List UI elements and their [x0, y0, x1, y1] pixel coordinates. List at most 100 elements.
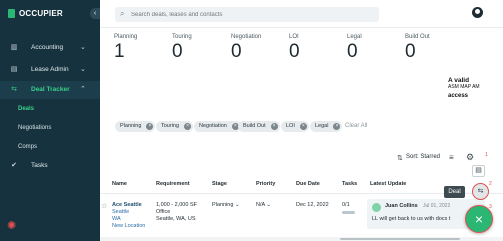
- sidebar-item-label: Lease Admin: [31, 66, 69, 73]
- deal-tooltip: Deal: [444, 186, 465, 198]
- tasks-count[interactable]: 0/1: [342, 202, 350, 209]
- stat-build-out[interactable]: Build Out 0: [405, 34, 430, 62]
- document-icon: ▤: [10, 66, 18, 73]
- overlay-line: access: [448, 93, 469, 99]
- chip-label: Touring: [161, 123, 180, 129]
- priority-value: N/A: [256, 202, 265, 208]
- clear-all-link[interactable]: Clear All: [345, 123, 367, 129]
- sidebar-item-label: Tasks: [31, 162, 48, 169]
- check-circle-icon: ✔: [11, 162, 17, 169]
- column-header-tasks[interactable]: Tasks: [342, 181, 357, 187]
- filter-chip-planning[interactable]: Planning ×: [115, 121, 156, 132]
- handshake-icon: ⇆: [11, 86, 17, 93]
- horizontal-scrollbar[interactable]: [100, 237, 503, 241]
- add-deal-button[interactable]: ⇆: [472, 183, 489, 200]
- stat-label: Legal: [347, 34, 362, 40]
- stat-negotiation[interactable]: Negotiation 0: [231, 34, 261, 62]
- column-header-latest-update[interactable]: Latest Update: [370, 181, 406, 187]
- column-header-requirement[interactable]: Requirement: [156, 181, 190, 187]
- stat-label: Negotiation: [231, 34, 262, 40]
- overlay-text-block: A valid ASM MAP AM access: [448, 77, 480, 106]
- column-header-name[interactable]: Name: [112, 181, 127, 187]
- top-bar: ⌕: [100, 0, 503, 28]
- chip-label: Legal: [315, 123, 329, 129]
- close-icon[interactable]: ×: [146, 123, 154, 130]
- filter-chip-negotiation[interactable]: Negotiation ×: [194, 121, 241, 132]
- stat-legal[interactable]: Legal 0: [347, 34, 362, 62]
- chevron-down-icon: ⌄: [234, 202, 240, 208]
- sort-icon[interactable]: ⇅: [397, 154, 403, 162]
- close-icon[interactable]: ×: [184, 123, 192, 130]
- column-header-priority[interactable]: Priority: [256, 181, 275, 187]
- stat-label: Touring: [172, 34, 192, 40]
- stat-value: 0: [172, 41, 183, 62]
- scrollbar-thumb[interactable]: [340, 238, 460, 240]
- sidebar-item-tasks[interactable]: ✔ Tasks: [0, 157, 100, 175]
- bank-icon: ▥: [10, 44, 18, 51]
- sort-label[interactable]: Sort: Starred: [406, 154, 440, 160]
- sidebar-item-lease-admin[interactable]: ▤ Lease Admin ⌄: [0, 61, 100, 79]
- logo-mark-icon: [8, 9, 15, 18]
- filter-chip-touring[interactable]: Touring ×: [156, 121, 194, 132]
- requirement-location: Seattle, WA, US: [156, 216, 196, 222]
- account-icon[interactable]: [472, 7, 483, 18]
- chip-label: Planning: [120, 123, 142, 129]
- deal-location: New Location: [112, 223, 146, 229]
- header-divider: [100, 193, 503, 194]
- column-header-due-date[interactable]: Due Date: [296, 181, 320, 187]
- chevron-down-icon: ⌄: [266, 202, 272, 208]
- tasks-progress-bar: [342, 211, 355, 214]
- sidebar-collapse-button[interactable]: ‹: [90, 8, 100, 19]
- filter-chip-build-out[interactable]: Build Out ×: [238, 121, 280, 132]
- search-box[interactable]: ⌕: [115, 7, 379, 22]
- document-icon[interactable]: ▤: [472, 165, 485, 177]
- stat-loi[interactable]: LOI 0: [289, 34, 300, 62]
- star-icon[interactable]: ☆: [101, 202, 107, 210]
- deal-name-link[interactable]: Ace Seattle: [112, 202, 145, 209]
- sidebar-item-deal-tracker[interactable]: ⇆ Deal Tracker ⌃: [0, 81, 100, 99]
- gear-icon[interactable]: ⚙: [466, 152, 474, 163]
- chip-label: LOI: [286, 123, 295, 129]
- stat-value: 0: [231, 41, 242, 62]
- bug-icon[interactable]: ✺: [7, 220, 19, 232]
- sidebar-item-accounting[interactable]: ▥ Accounting ⌄: [0, 39, 100, 57]
- stage-select[interactable]: Planning ⌄: [212, 202, 240, 209]
- update-date: Jul 01, 2022: [423, 203, 451, 209]
- search-input[interactable]: [131, 8, 371, 21]
- priority-select[interactable]: N/A ⌄: [256, 202, 271, 209]
- update-author: Juan Collins: [385, 203, 418, 209]
- chip-label: Negotiation: [199, 123, 227, 129]
- annotation-number-2: 2: [489, 181, 492, 187]
- filter-icon[interactable]: ≡: [449, 153, 454, 162]
- stat-value: 0: [405, 41, 416, 62]
- sidebar-subitem-comps[interactable]: Comps: [18, 144, 37, 150]
- sidebar-subitem-negotiations[interactable]: Negotiations: [18, 125, 51, 131]
- filter-chip-legal[interactable]: Legal ×: [310, 121, 343, 132]
- stage-value: Planning: [212, 202, 234, 208]
- chevron-down-icon: ⌄: [80, 66, 86, 73]
- close-icon[interactable]: ×: [270, 123, 278, 130]
- chevron-down-icon: ⌄: [80, 44, 86, 51]
- filter-chip-loi[interactable]: LOI ×: [281, 121, 309, 132]
- stat-planning[interactable]: Planning 1: [114, 34, 137, 62]
- sidebar: OCCUPIER ‹ ▥ Accounting ⌄ ▤ Lease Admin …: [0, 0, 100, 241]
- deal-state: WA: [112, 216, 121, 222]
- chevron-up-icon: ⌃: [80, 86, 86, 93]
- app-logo[interactable]: OCCUPIER: [8, 9, 63, 18]
- stat-label: Planning: [114, 34, 138, 40]
- close-icon[interactable]: ×: [333, 123, 341, 130]
- column-header-stage[interactable]: Stage: [212, 181, 227, 187]
- requirement-cell: 1,000 - 2,000 SF Office Seattle, WA, US: [156, 202, 197, 223]
- requirement-type: Office: [156, 209, 171, 215]
- search-icon: ⌕: [120, 9, 125, 18]
- sidebar-item-label: Deal Tracker: [31, 86, 70, 93]
- annotation-number-3: 3: [489, 204, 492, 210]
- overlay-line: ASM MAP AM: [448, 84, 480, 90]
- sidebar-subitem-deals[interactable]: Deals: [18, 106, 34, 112]
- stat-label: Build Out: [405, 34, 430, 40]
- requirement-size: 1,000 - 2,000 SF: [156, 202, 197, 208]
- close-icon[interactable]: ×: [299, 123, 307, 130]
- stat-touring[interactable]: Touring 0: [172, 34, 192, 62]
- deal-name-cell: Ace Seattle Seattle WA New Location: [112, 202, 145, 230]
- stat-value: 1: [114, 41, 125, 62]
